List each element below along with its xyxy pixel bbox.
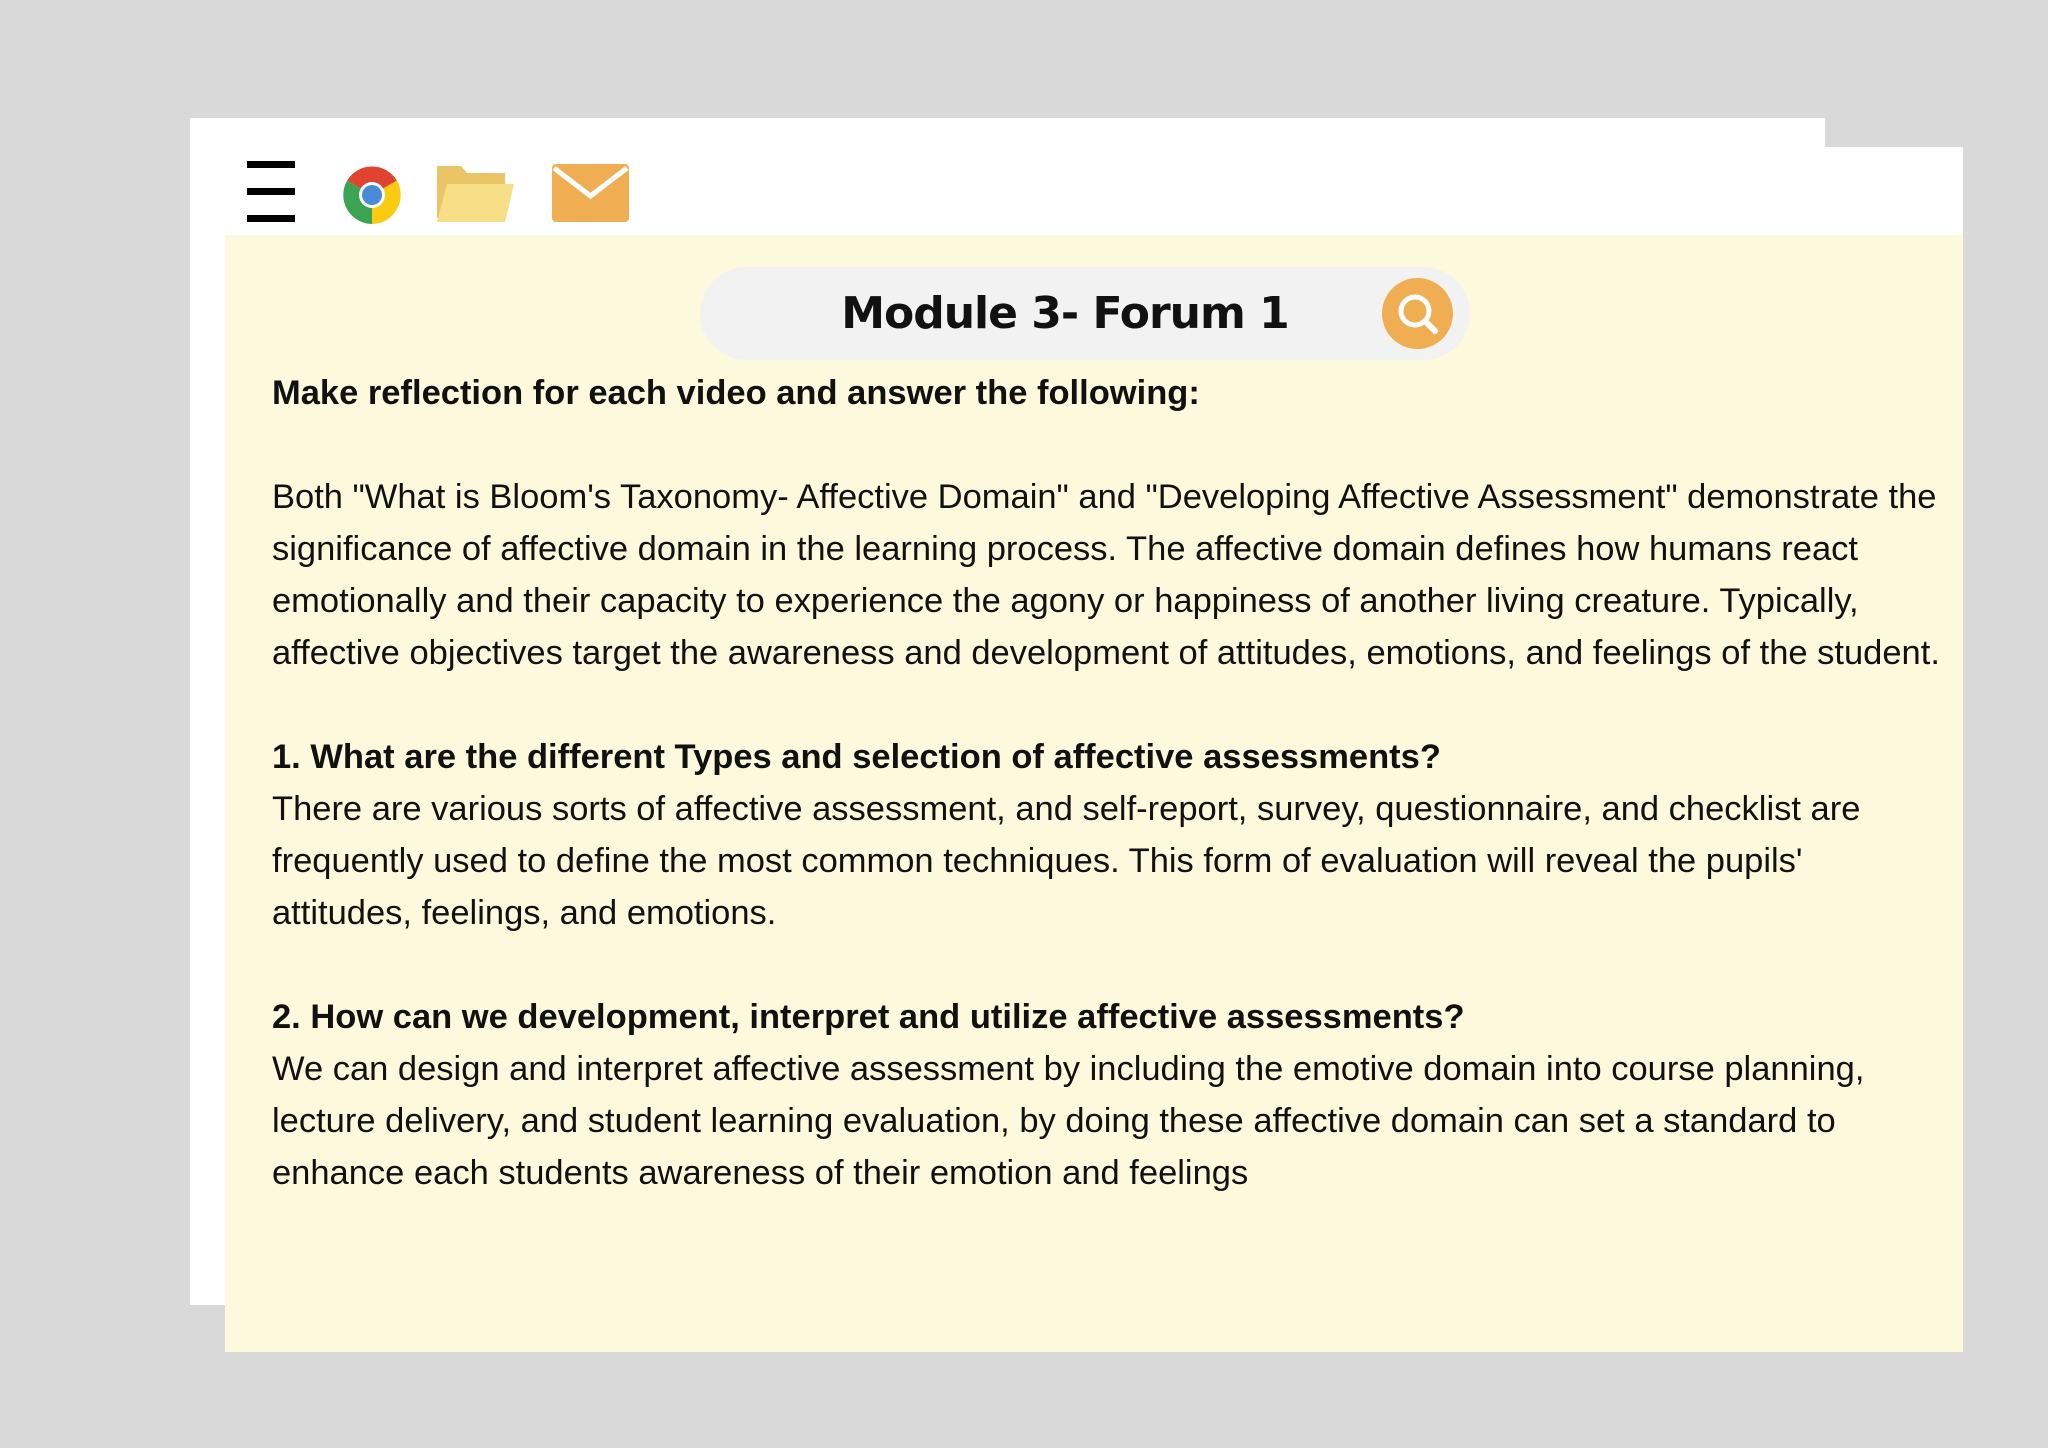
question-1-heading: 1. What are the different Types and sele… (272, 738, 1441, 776)
question-2-heading: 2. How can we development, interpret and… (272, 998, 1465, 1036)
menu-icon[interactable] (247, 161, 295, 223)
search-button[interactable] (1382, 278, 1453, 349)
toolbar (225, 147, 1963, 235)
question-1-answer: There are various sorts of affective ass… (272, 790, 1861, 932)
search-bar[interactable]: Module 3- Forum 1 (700, 267, 1470, 360)
question-2-answer: We can design and interpret affective as… (272, 1050, 1865, 1192)
forum-post: Make reflection for each video and answe… (272, 367, 1942, 1199)
intro-heading: Make reflection for each video and answe… (272, 374, 1200, 412)
page-title: Module 3- Forum 1 (841, 288, 1290, 339)
search-icon (1398, 294, 1438, 334)
intro-paragraph: Both "What is Bloom's Taxonomy- Affectiv… (272, 478, 1940, 672)
mail-icon[interactable] (552, 162, 629, 224)
chrome-icon[interactable] (343, 166, 401, 224)
folder-icon[interactable] (435, 162, 515, 224)
forum-window: Module 3- Forum 1 Make reflection for ea… (225, 147, 1963, 1352)
